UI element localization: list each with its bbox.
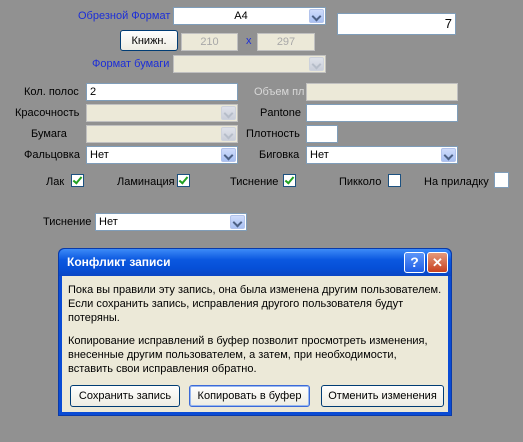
pantone-field[interactable] (306, 104, 458, 122)
paper-format-select[interactable] (173, 55, 326, 73)
message-line: потеряны. (68, 312, 120, 324)
paper-select[interactable] (86, 125, 238, 143)
embossing-type-label: Тиснение (43, 216, 92, 228)
chevron-down-icon[interactable] (309, 57, 324, 71)
chevron-down-icon[interactable] (221, 148, 236, 162)
embossing-label: Тиснение (230, 176, 279, 188)
dialog-titlebar[interactable]: Конфликт записи ? ✕ (59, 249, 451, 276)
dialog-message-2: Копирование исправлений в буфер позволит… (68, 334, 428, 376)
orientation-button[interactable]: Книжн. (120, 30, 178, 51)
chevron-down-icon[interactable] (309, 9, 324, 23)
piccolo-label: Пикколо (339, 176, 382, 188)
dialog-title: Конфликт записи (67, 255, 171, 269)
pantone-label: Pantone (260, 107, 301, 119)
message-line: внесенные другим пользователем, а затем,… (68, 349, 397, 361)
volume-label: Объем пл (254, 86, 305, 98)
folding-select[interactable]: Нет (86, 146, 238, 164)
density-label: Плотность (246, 128, 300, 140)
dialog-body: Пока вы правили эту запись, она была изм… (62, 276, 448, 412)
folding-value: Нет (90, 149, 109, 161)
message-line: вставить свои исправления обратно. (68, 363, 257, 375)
chevron-down-icon[interactable] (441, 148, 456, 162)
embossing-type-value: Нет (99, 216, 118, 228)
varnish-checkbox[interactable] (71, 174, 84, 187)
embossing-type-select[interactable]: Нет (95, 213, 247, 231)
bands-field[interactable]: 2 (86, 83, 238, 101)
chevron-down-icon[interactable] (221, 127, 236, 141)
chevron-down-icon[interactable] (221, 106, 236, 120)
chevron-down-icon[interactable] (230, 215, 245, 229)
copy-to-buffer-button[interactable]: Копировать в буфер (189, 385, 310, 407)
help-icon[interactable]: ? (404, 252, 425, 273)
message-line: Если сохранить запись, исправления друго… (68, 298, 404, 310)
lamination-label: Ламинация (117, 176, 175, 188)
allowance-label: На приладку (424, 176, 489, 188)
message-line: Пока вы правили эту запись, она была изм… (68, 284, 442, 296)
volume-field[interactable] (306, 83, 458, 101)
creasing-value: Нет (310, 149, 329, 161)
pages-count-field[interactable]: 7 (337, 13, 456, 35)
allowance-field[interactable] (494, 172, 509, 188)
creasing-label: Биговка (259, 149, 300, 161)
chromaticity-label: Красочность (15, 107, 80, 119)
varnish-label: Лак (46, 176, 65, 188)
dialog-message-1: Пока вы правили эту запись, она была изм… (68, 283, 441, 325)
paper-label: Бумага (31, 128, 67, 140)
chromaticity-select[interactable] (86, 104, 238, 122)
height-field[interactable]: 297 (257, 33, 315, 51)
times-sign: x (246, 35, 252, 47)
close-icon[interactable]: ✕ (427, 252, 448, 273)
save-record-button[interactable]: Сохранить запись (70, 385, 180, 407)
trim-format-value: A4 (234, 10, 248, 22)
trim-format-label: Обрезной Формат (78, 10, 171, 22)
record-conflict-dialog: Конфликт записи ? ✕ Пока вы правили эту … (58, 248, 452, 416)
cancel-changes-button[interactable]: Отменить изменения (321, 385, 444, 407)
piccolo-checkbox[interactable] (388, 174, 401, 187)
bands-label: Кол. полос (24, 86, 79, 98)
embossing-checkbox[interactable] (283, 174, 296, 187)
lamination-checkbox[interactable] (177, 174, 190, 187)
width-field[interactable]: 210 (181, 33, 238, 51)
density-field[interactable] (306, 125, 338, 143)
folding-label: Фальцовка (24, 149, 80, 161)
message-line: Копирование исправлений в буфер позволит… (68, 335, 428, 347)
paper-format-label: Формат бумаги (92, 58, 170, 70)
trim-format-select[interactable]: A4 (173, 7, 326, 25)
creasing-select[interactable]: Нет (306, 146, 458, 164)
